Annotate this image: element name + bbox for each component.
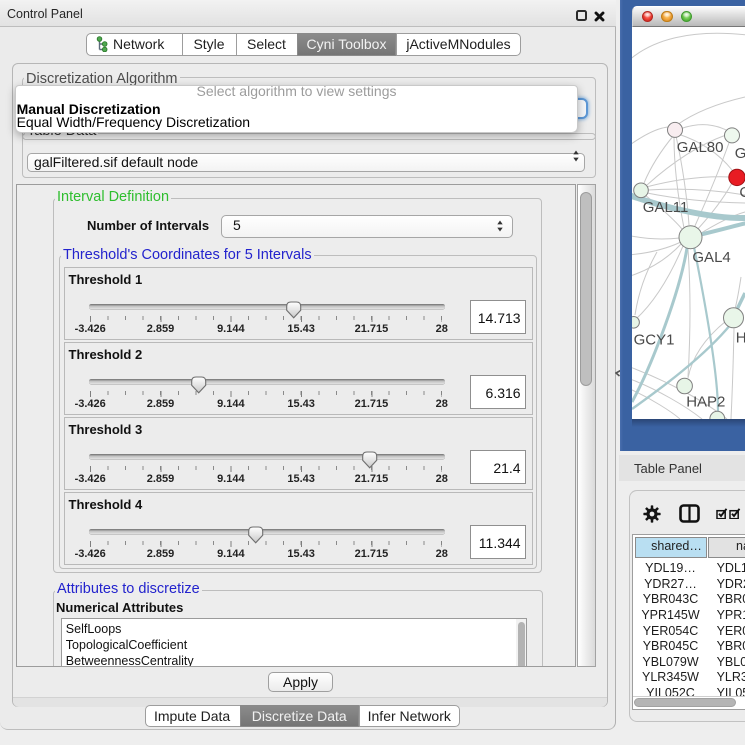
svg-text:GA: GA	[735, 145, 745, 162]
svg-text:GAL11: GAL11	[643, 199, 689, 216]
svg-text:H: H	[736, 329, 745, 346]
svg-text:GAL80: GAL80	[677, 139, 724, 156]
svg-text:GCY1: GCY1	[634, 331, 675, 348]
svg-text:C: C	[739, 184, 745, 201]
svg-text:HAP2: HAP2	[686, 393, 725, 410]
svg-text:GAL4: GAL4	[692, 249, 730, 266]
